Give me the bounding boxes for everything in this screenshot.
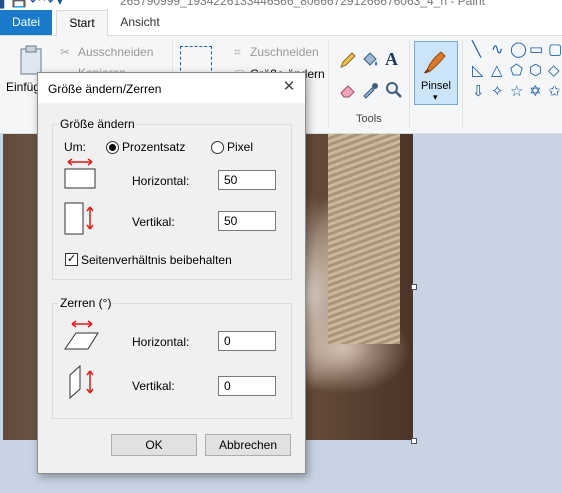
skew-vertical-input[interactable]: [218, 376, 276, 396]
line-shape-icon[interactable]: ╲: [472, 42, 481, 58]
brush-button[interactable]: Pinsel ▾: [414, 41, 458, 105]
rounded-rectangle-shape-icon[interactable]: ▢: [548, 42, 562, 58]
brush-icon: [424, 51, 446, 74]
chevron-down-icon: ▾: [433, 92, 438, 102]
magnifier-icon[interactable]: [384, 80, 404, 100]
crop-button[interactable]: Zuschneiden: [250, 45, 319, 59]
star-shape-icon[interactable]: ✩: [548, 84, 561, 100]
skew-vertical-label: Vertikal:: [132, 379, 175, 393]
tools-group-label: Tools: [356, 113, 382, 125]
skew-vertical-icon: [69, 364, 94, 400]
keep-ratio-checkbox[interactable]: ✓: [65, 253, 78, 266]
diamond-shape-icon[interactable]: ◇: [548, 63, 560, 79]
arrow-down-shape-icon[interactable]: ⇩: [472, 84, 485, 100]
rectangle-shape-icon[interactable]: ▭: [529, 42, 543, 58]
resize-handle-right[interactable]: [411, 284, 417, 290]
ok-button[interactable]: OK: [111, 434, 197, 456]
close-icon[interactable]: ✕: [280, 78, 298, 96]
text-tool-icon[interactable]: A: [385, 49, 398, 70]
four-point-star-shape-icon[interactable]: ✧: [491, 84, 504, 100]
resize-vertical-icon: [64, 202, 94, 235]
resize-horizontal-icon: [64, 158, 96, 189]
crop-icon: ⌗: [234, 45, 241, 59]
dialog-title: Größe ändern/Zerren: [48, 82, 162, 96]
five-point-star-shape-icon[interactable]: ☆: [510, 84, 523, 100]
dialog-title-bar: Größe ändern/Zerren ✕: [38, 73, 305, 103]
percentage-radio[interactable]: [106, 141, 119, 154]
title-bar: ▌ 💾 ↶ ↷ ▾ 265790999_1934226133446566_806…: [0, 0, 562, 10]
pixel-radio[interactable]: [211, 141, 224, 154]
pixel-label[interactable]: Pixel: [227, 140, 253, 154]
quick-access-toolbar[interactable]: ▌ 💾 ↶ ↷ ▾: [0, 0, 63, 8]
skew-horizontal-icon: [64, 320, 99, 350]
shapes-gallery[interactable]: ╲ ∿ ◯ ▭ ▢ ◺ △ ⬠ ⬡ ◇ ⇩ ✧ ☆ ✡ ✩: [466, 42, 562, 102]
skew-horizontal-label: Horizontal:: [132, 335, 190, 349]
oval-shape-icon[interactable]: ◯: [510, 42, 527, 58]
resize-vertical-label: Vertikal:: [132, 215, 175, 229]
resize-vertical-input[interactable]: [218, 211, 276, 231]
percentage-label[interactable]: Prozentsatz: [122, 140, 185, 154]
tab-start[interactable]: Start: [56, 10, 108, 37]
curve-shape-icon[interactable]: ∿: [491, 42, 504, 58]
cut-button[interactable]: Ausschneiden: [78, 45, 153, 59]
ribbon-separator: [328, 40, 329, 128]
tab-view[interactable]: Ansicht: [110, 10, 170, 35]
cancel-button[interactable]: Abbrechen: [205, 434, 291, 456]
tab-file[interactable]: Datei: [0, 10, 52, 35]
resize-horizontal-input[interactable]: [218, 170, 276, 190]
pencil-icon[interactable]: [338, 50, 358, 70]
color-picker-icon[interactable]: [360, 80, 380, 100]
ribbon-separator: [462, 40, 463, 128]
cut-icon: ✂: [60, 45, 71, 59]
fill-bucket-icon[interactable]: [360, 50, 380, 70]
window-title: 265790999_1934226133446566_8066672912666…: [120, 0, 486, 8]
six-point-star-shape-icon[interactable]: ✡: [529, 84, 542, 100]
hexagon-shape-icon[interactable]: ⬡: [529, 63, 542, 79]
ribbon-separator: [409, 40, 410, 128]
polygon-shape-icon[interactable]: △: [491, 63, 503, 79]
resize-handle-corner[interactable]: [411, 438, 417, 444]
pentagon-shape-icon[interactable]: ⬠: [510, 63, 523, 79]
skew-group-legend: Zerren (°): [58, 296, 114, 310]
resize-skew-dialog: Größe ändern/Zerren ✕ Größe ändern Um: P…: [37, 72, 306, 474]
keep-ratio-label[interactable]: Seitenverhältnis beibehalten: [81, 253, 232, 267]
brush-label: Pinsel: [421, 80, 451, 92]
resize-horizontal-label: Horizontal:: [132, 174, 190, 188]
right-triangle-shape-icon[interactable]: ◺: [472, 63, 484, 79]
resize-group-legend: Größe ändern: [58, 117, 137, 131]
paste-button[interactable]: Einfüg: [6, 80, 40, 94]
scratching-post-texture: [328, 134, 400, 344]
by-label: Um:: [64, 140, 86, 154]
eraser-icon[interactable]: [338, 80, 358, 100]
skew-horizontal-input[interactable]: [218, 331, 276, 351]
ribbon-tabs: Datei Start Ansicht: [0, 10, 562, 37]
